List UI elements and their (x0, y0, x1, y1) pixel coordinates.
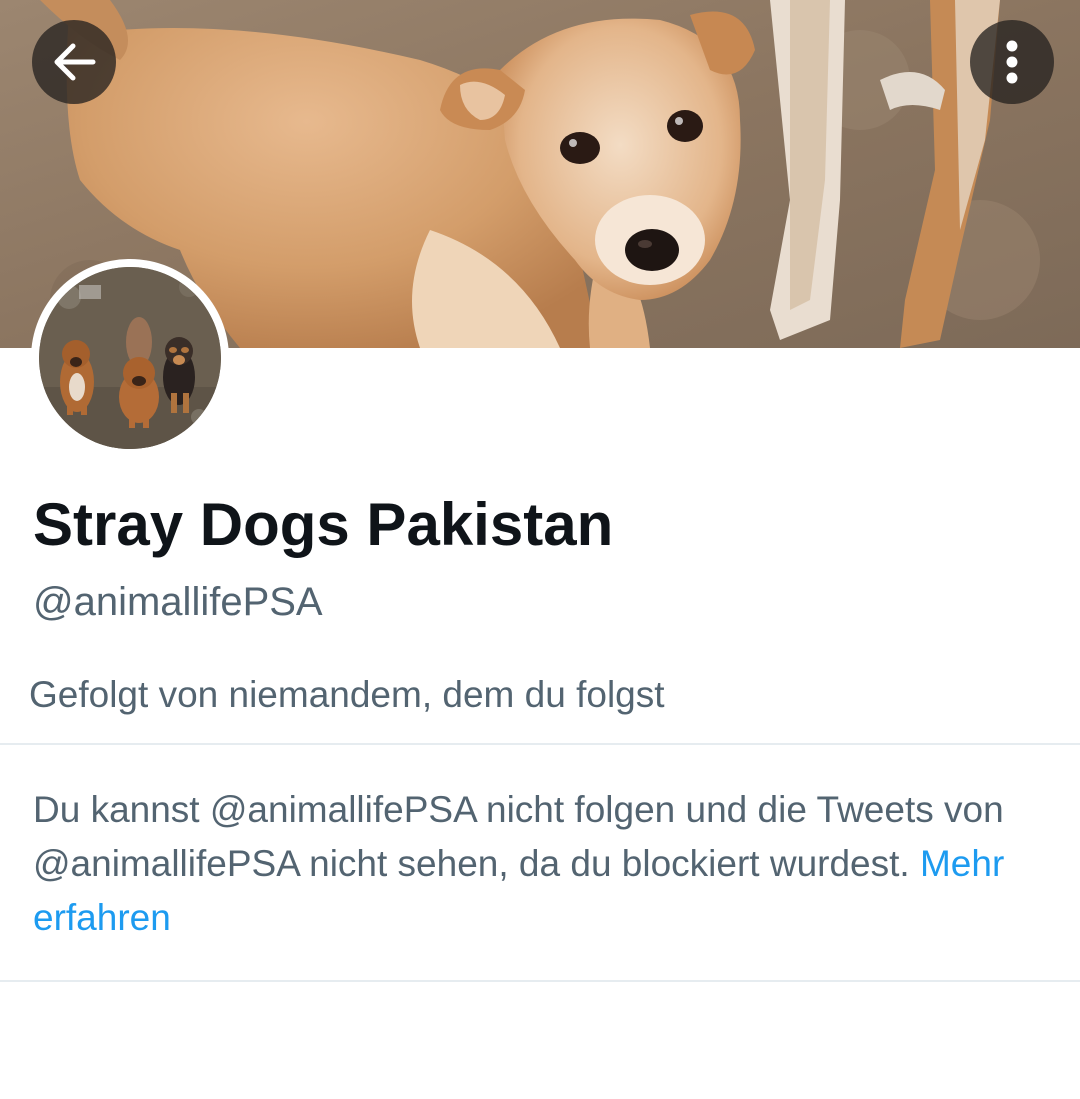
arrow-left-icon (51, 42, 97, 82)
display-name: Stray Dogs Pakistan (33, 491, 614, 558)
more-options-button[interactable] (970, 20, 1054, 104)
avatar[interactable] (31, 259, 229, 457)
divider (0, 743, 1080, 745)
blocked-notice: Du kannst @animallifePSA nicht folgen un… (33, 783, 1053, 945)
more-vertical-icon (1004, 38, 1020, 86)
user-handle: @animallifePSA (33, 580, 323, 624)
divider (0, 980, 1080, 982)
back-button[interactable] (32, 20, 116, 104)
avatar-image (39, 267, 221, 449)
blocked-notice-text: Du kannst @animallifePSA nicht folgen un… (33, 789, 1004, 884)
followed-by-text[interactable]: Gefolgt von niemandem, dem du folgst (29, 674, 665, 716)
